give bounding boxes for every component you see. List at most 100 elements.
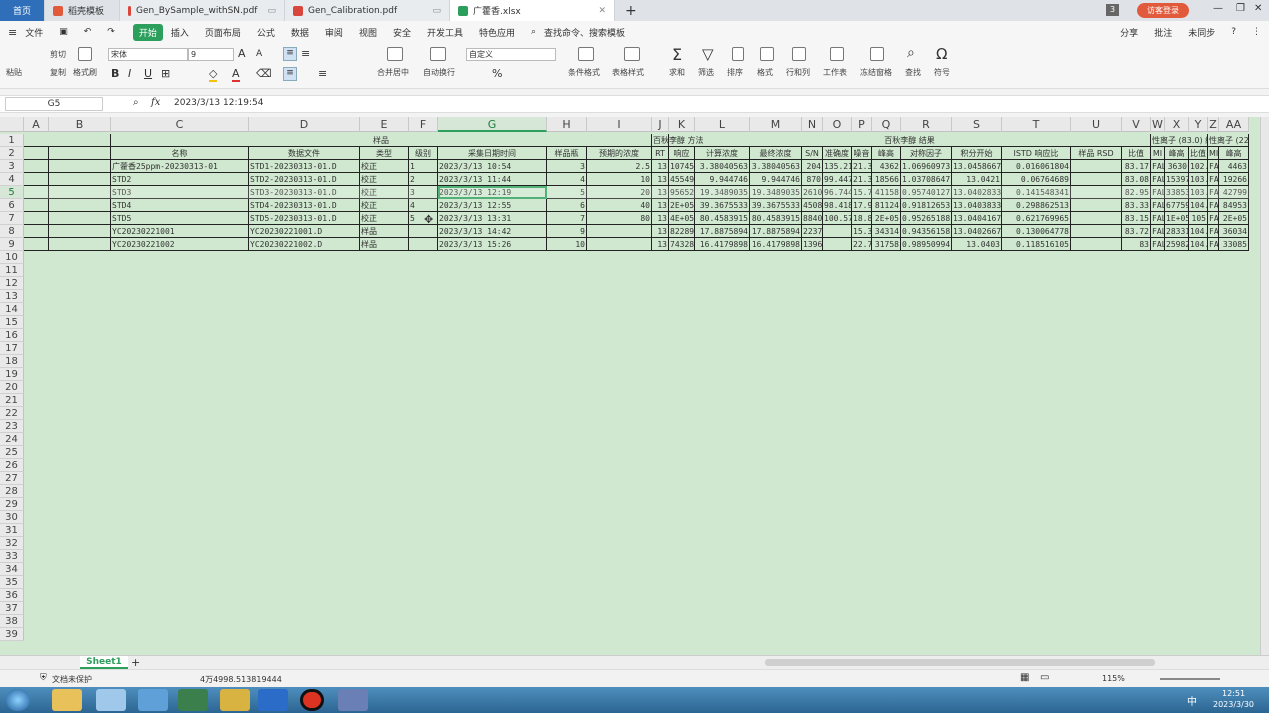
row-header[interactable]: 1 [0,134,24,147]
row-header[interactable]: 18 [0,355,24,368]
table-cell[interactable]: 34314 [872,225,901,238]
row-header[interactable]: 13 [0,290,24,303]
table-cell[interactable] [1071,173,1122,186]
column-title-cell[interactable]: 积分开始 [952,147,1002,160]
underline-icon[interactable]: U [144,67,152,80]
column-title-cell[interactable]: 预期的浓度 [587,147,652,160]
table-cell[interactable]: 2E+05 [872,212,901,225]
table-cell[interactable]: FAL [1208,173,1219,186]
table-cell[interactable] [587,225,652,238]
table-cell[interactable]: 13 [652,199,669,212]
save-icon[interactable]: ▣ [51,27,76,37]
table-cell[interactable]: 0.06764689 [1002,173,1071,186]
menu-formula[interactable]: 公式 [249,26,283,39]
tab-count-badge[interactable]: 3 [1106,4,1119,16]
tab-docer-templates[interactable]: 稻壳模板 [45,0,120,21]
column-header[interactable]: E [360,117,409,132]
table-cell[interactable]: 9.944746 [750,173,802,186]
table-cell[interactable]: 19.3489035 [750,186,802,199]
tab-menu-icon[interactable]: ▭ [257,6,276,16]
table-cell[interactable]: 0.118516105 [1002,238,1071,251]
table-cell[interactable]: 13 [652,212,669,225]
font-size-select[interactable]: 9 [188,48,234,61]
table-cell[interactable]: 2023/3/13 10:54 [438,160,547,173]
add-sheet-icon[interactable]: + [131,656,140,669]
table-cell[interactable]: 80.4583915 [750,212,802,225]
filter-icon[interactable]: ▽ [702,45,714,63]
column-header[interactable]: C [111,117,249,132]
table-cell[interactable]: 10 [587,173,652,186]
table-cell[interactable]: YC20230221001.D [249,225,360,238]
table-cell[interactable]: 2.5 [587,160,652,173]
table-cell[interactable] [1071,238,1122,251]
table-cell[interactable]: FAL [1208,199,1219,212]
table-cell[interactable]: 204 [802,160,823,173]
table-cell[interactable]: 校正 [360,212,409,225]
table-cell[interactable]: 2E+05 [669,199,695,212]
tab-pdf-calibration[interactable]: Gen_Calibration.pdf ▭ [285,0,450,21]
number-format-select[interactable]: 自定义 [466,48,556,61]
cell-empty[interactable] [24,186,49,199]
table-cell[interactable]: 104.2 [1189,199,1208,212]
row-header[interactable]: 5 [0,186,24,199]
comment-button[interactable]: 批注 [1146,26,1180,39]
row-header[interactable]: 23 [0,420,24,433]
table-cell[interactable]: 样品 [360,225,409,238]
table-cell[interactable]: 9 [547,225,587,238]
app-icon-4[interactable] [338,689,368,711]
table-cell[interactable]: 0.94356158 [901,225,952,238]
app-icon[interactable] [138,689,168,711]
more-icon[interactable]: ⋮ [1244,27,1269,37]
filter-button[interactable]: 筛选 [698,67,714,78]
row-header[interactable]: 39 [0,628,24,641]
row-header[interactable]: 31 [0,524,24,537]
column-title-cell[interactable]: 名称 [111,147,249,160]
table-cell[interactable]: FAL [1151,225,1165,238]
table-cell[interactable]: 1.06960973 [901,160,952,173]
table-cell[interactable]: 样品 [360,238,409,251]
column-title-cell[interactable]: 峰高 [872,147,901,160]
table-cell[interactable]: 4508 [802,199,823,212]
column-title-cell[interactable]: 峰高 [1165,147,1189,160]
column-header[interactable]: V [1122,117,1151,132]
table-cell[interactable] [1071,160,1122,173]
format-button[interactable]: 格式 [757,67,773,78]
table-cell[interactable]: 1 [409,160,438,173]
merged-header-method[interactable]: 百秋李醇 方法 [652,134,704,147]
format-icon[interactable] [760,47,774,61]
table-cell[interactable]: 20 [587,186,652,199]
table-cell[interactable]: 4E+05 [669,212,695,225]
table-cell[interactable] [1071,225,1122,238]
table-cell[interactable]: 1E+05 [1165,212,1189,225]
table-cell[interactable]: 5 [547,186,587,199]
table-cell[interactable]: FAL [1151,199,1165,212]
row-header[interactable]: 26 [0,459,24,472]
find-button[interactable]: 查找 [905,67,921,78]
row-header[interactable]: 15 [0,316,24,329]
table-cell[interactable]: FAL [1208,238,1219,251]
row-header[interactable]: 35 [0,576,24,589]
table-cell[interactable]: 870 [802,173,823,186]
name-box[interactable]: G5 [5,97,103,111]
rowcol-icon[interactable] [792,47,806,61]
column-title-cell[interactable]: S/N [802,147,823,160]
column-header[interactable]: D [249,117,360,132]
table-cell[interactable]: FAL [1208,225,1219,238]
table-cell[interactable]: 6 [547,199,587,212]
worksheet-icon[interactable] [830,47,844,61]
table-cell[interactable] [823,238,852,251]
table-cell[interactable]: YC20230221002 [111,238,249,251]
merge-icon[interactable] [387,47,403,61]
sheet-tab-active[interactable]: Sheet1 [80,656,128,669]
row-header[interactable]: 22 [0,407,24,420]
close-icon[interactable]: ✕ [588,6,606,16]
column-title-cell[interactable]: 噪音 [852,147,872,160]
column-header[interactable]: Y [1189,117,1208,132]
align-right-icon[interactable]: ≡ [318,67,327,80]
cell-empty[interactable] [49,147,111,160]
table-cell[interactable]: 40 [587,199,652,212]
tab-menu-icon[interactable]: ▭ [422,6,441,16]
fx-icon[interactable]: fx [151,97,160,108]
table-cell[interactable]: FAL [1151,186,1165,199]
border-icon[interactable]: ⊞ [161,67,170,80]
